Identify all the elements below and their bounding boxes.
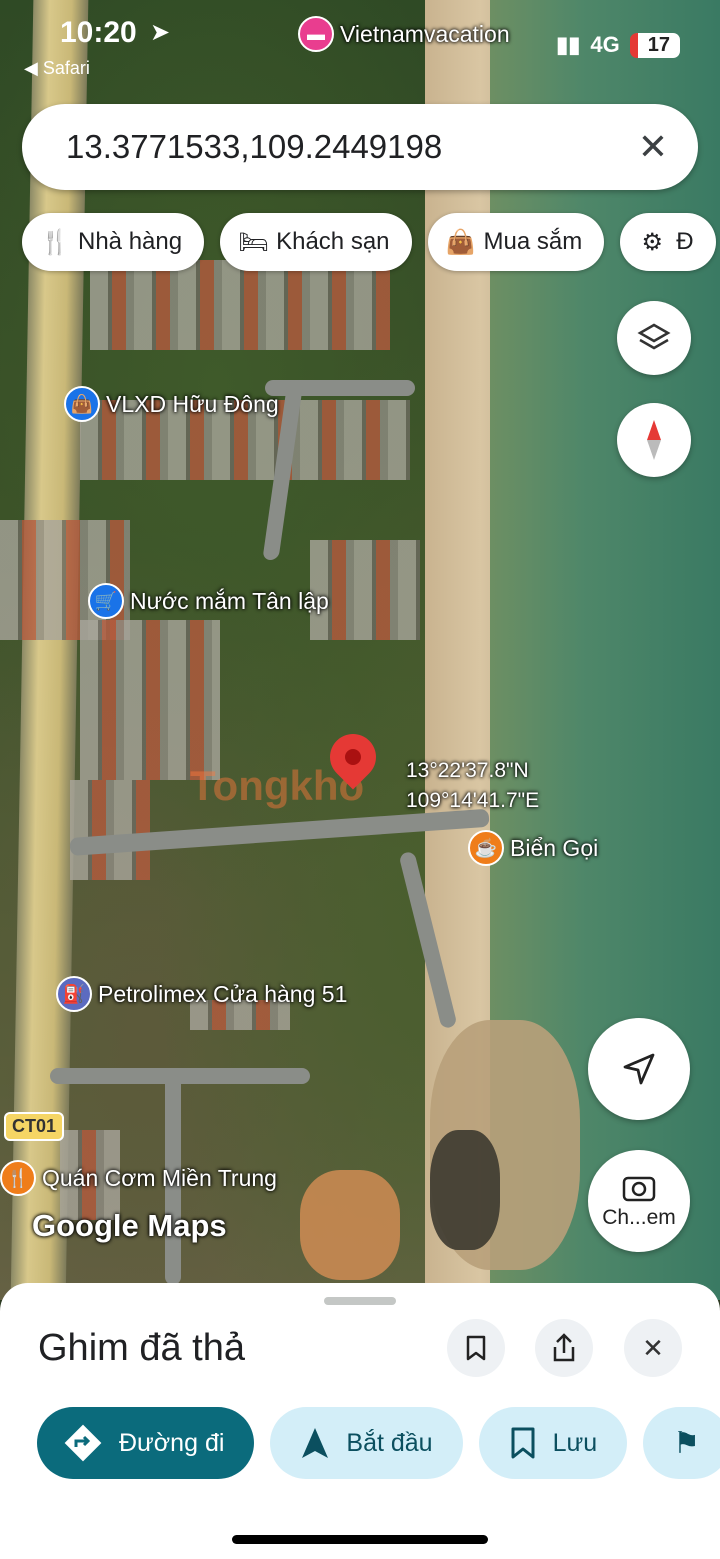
- hotel-icon: 🛏: [238, 228, 269, 256]
- directions-button[interactable]: Đường đi: [37, 1407, 255, 1479]
- cafe-icon: ☕: [468, 830, 504, 866]
- shopping-bag-icon: 👜: [445, 228, 476, 256]
- camera-icon: [622, 1176, 656, 1202]
- chip-restaurants[interactable]: 🍴 Nhà hàng: [22, 213, 205, 271]
- layers-icon: [637, 323, 671, 350]
- restaurant-icon: 🍴: [0, 1160, 36, 1196]
- save-button[interactable]: Lưu: [478, 1407, 628, 1479]
- compass-icon: [647, 420, 661, 460]
- place-bottom-sheet[interactable]: Ghim đã thả ✕ Đường đi Bắt đầu Lưu ⚑: [0, 1283, 720, 1559]
- back-to-safari-link[interactable]: ◀ Safari: [24, 58, 90, 79]
- poi-label: Quán Cơm Miền Trung: [42, 1164, 277, 1191]
- close-icon: ✕: [642, 1332, 664, 1363]
- attractions-icon: ⚙: [641, 228, 663, 256]
- chip-attractions[interactable]: ⚙ Đ: [620, 213, 716, 271]
- status-time: 10:20: [60, 16, 137, 49]
- building-cluster: [70, 780, 150, 880]
- bookmark-icon: [466, 1335, 486, 1361]
- flag-icon: ⚑: [673, 1426, 701, 1460]
- road-badge: CT01: [4, 1112, 65, 1141]
- share-icon: [553, 1333, 575, 1362]
- share-button[interactable]: [535, 1319, 593, 1377]
- location-arrow-icon: ➤: [150, 19, 171, 46]
- cart-icon: 🛒: [88, 583, 124, 619]
- action-label: Bắt đầu: [346, 1428, 433, 1457]
- battery-level: 17: [629, 32, 680, 58]
- place-title: Ghim đã thả: [38, 1327, 245, 1369]
- pin-dot: [341, 745, 365, 769]
- restaurant-icon: 🍴: [40, 228, 70, 256]
- search-input[interactable]: 13.3771533,109.2449198: [66, 128, 638, 166]
- action-label: Lưu: [552, 1428, 598, 1457]
- navigation-icon: [302, 1428, 329, 1458]
- close-sheet-button[interactable]: ✕: [624, 1319, 682, 1377]
- poi-vietnamvacation[interactable]: ▬ Vietnamvacation: [298, 16, 510, 52]
- search-bar[interactable]: 13.3771533,109.2449198 ✕: [22, 104, 698, 190]
- bookmark-button[interactable]: [447, 1319, 505, 1377]
- chip-shopping[interactable]: 👜 Mua sắm: [427, 213, 605, 271]
- layers-button[interactable]: [617, 301, 691, 375]
- shopping-bag-icon: 👜: [64, 386, 100, 422]
- google-maps-attribution: Google Maps: [32, 1208, 227, 1243]
- poi-nuoc-mam-tan-lap[interactable]: 🛒 Nước mắm Tân lập: [88, 583, 329, 619]
- pin-latitude: 13°22'37.8"N: [406, 759, 529, 782]
- network-type: 4G: [590, 32, 620, 57]
- chip-label: Nhà hàng: [78, 228, 183, 255]
- home-indicator[interactable]: [232, 1535, 488, 1544]
- action-buttons: Đường đi Bắt đầu Lưu ⚑: [37, 1407, 720, 1479]
- directions-icon: [64, 1424, 102, 1462]
- poi-petrolimex[interactable]: ⛽ Petrolimex Cửa hàng 51: [56, 976, 347, 1012]
- bookmark-icon: [511, 1427, 535, 1459]
- poi-label: VLXD Hữu Đông: [106, 390, 279, 417]
- start-button[interactable]: Bắt đầu: [270, 1407, 463, 1479]
- signal-icon: ▮▮: [556, 32, 581, 57]
- action-label: Đường đi: [119, 1428, 225, 1457]
- poi-label: Petrolimex Cửa hàng 51: [98, 980, 348, 1007]
- chip-hotels[interactable]: 🛏 Khách sạn: [220, 213, 412, 271]
- exposed-soil: [300, 1170, 400, 1280]
- sheet-drag-handle[interactable]: [324, 1297, 396, 1305]
- status-indicators: ▮▮ 4G 17: [556, 32, 680, 58]
- highway-road: [10, 0, 89, 1300]
- hotel-icon: ▬: [298, 16, 334, 52]
- category-chips: 🍴 Nhà hàng 🛏 Khách sạn 👜 Mua sắm ⚙ Đ: [22, 213, 716, 271]
- chip-label: Khách sạn: [276, 228, 390, 255]
- poi-label: Nước mắm Tân lập: [130, 587, 329, 614]
- poi-vlxd-huu-dong[interactable]: 👜 VLXD Hữu Đông: [64, 386, 279, 422]
- pin-coordinates: 13°22'37.8"N 109°14'41.7"E: [406, 756, 539, 816]
- poi-bien-goi[interactable]: ☕ Biển Gọi: [468, 830, 598, 866]
- camera-search-button[interactable]: Ch...em: [588, 1150, 690, 1252]
- compass-button[interactable]: [617, 403, 691, 477]
- lagoon: [430, 1130, 500, 1250]
- camera-button-label: Ch...em: [602, 1206, 676, 1229]
- chip-label: Mua sắm: [483, 228, 583, 255]
- flag-button[interactable]: ⚑: [643, 1407, 720, 1479]
- pin-longitude: 109°14'41.7"E: [406, 789, 540, 812]
- building-cluster: [90, 260, 390, 350]
- poi-label: Vietnamvacation: [340, 20, 510, 47]
- building-cluster: [80, 620, 220, 780]
- navigation-arrow-icon: [623, 1053, 655, 1085]
- chip-label: Đ: [676, 228, 694, 255]
- close-icon[interactable]: ✕: [638, 126, 668, 168]
- gas-station-icon: ⛽: [56, 976, 92, 1012]
- my-location-button[interactable]: [588, 1018, 690, 1120]
- poi-label: Biển Gọi: [510, 834, 599, 861]
- poi-quan-com-mien-trung[interactable]: 🍴 Quán Cơm Miền Trung: [0, 1160, 277, 1196]
